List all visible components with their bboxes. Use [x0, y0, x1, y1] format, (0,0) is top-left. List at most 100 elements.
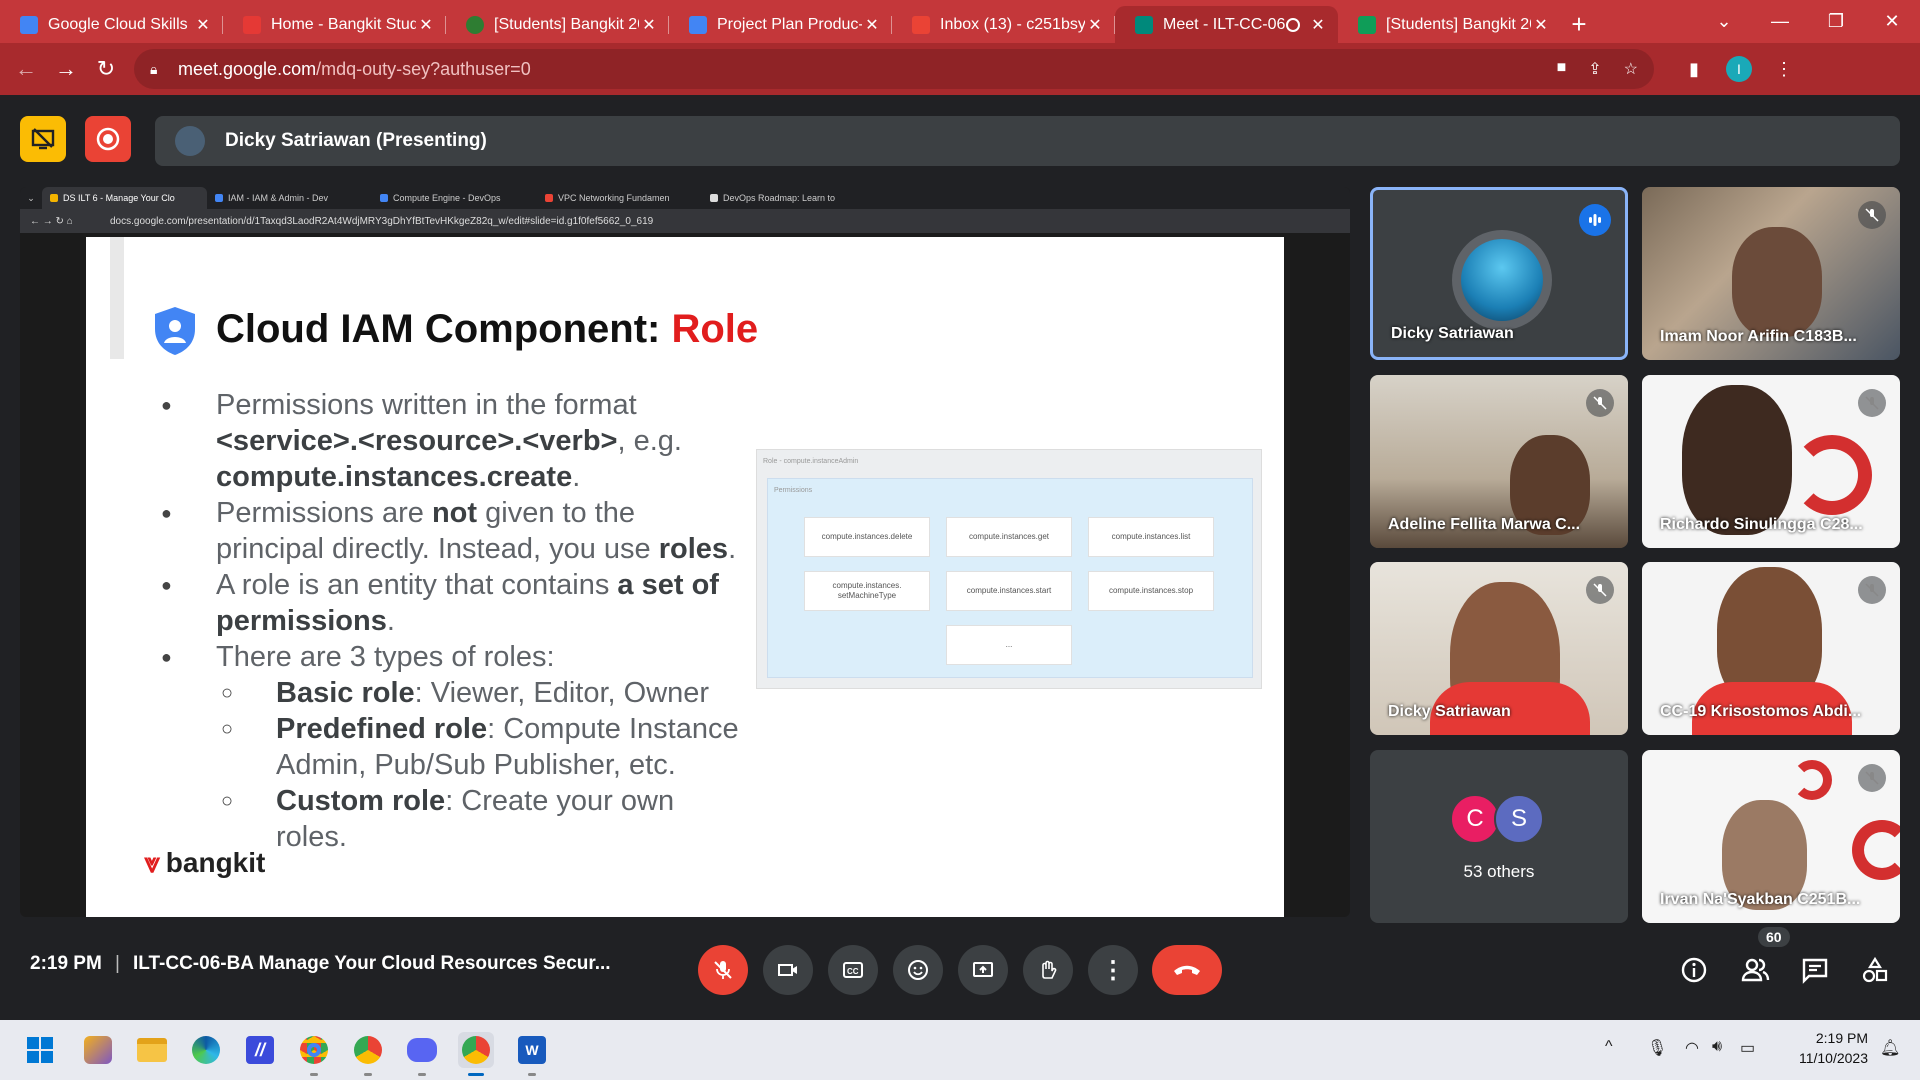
- chrome-icon[interactable]: [296, 1032, 332, 1076]
- participant-tile[interactable]: Adeline Fellita Marwa C...: [1370, 375, 1628, 548]
- participant-tile[interactable]: Irvan Na'Syakban C251B...: [1642, 750, 1900, 923]
- sub-bullet-item: Custom role: Create your own roles.: [161, 783, 751, 855]
- restore-icon[interactable]: ❐: [1808, 11, 1864, 32]
- shared-tab-title: VPC Networking Fundamen: [558, 193, 670, 203]
- text: : Viewer, Editor, Owner: [414, 677, 710, 709]
- participant-figure: [1682, 385, 1792, 535]
- lock-icon[interactable]: 🔒︎: [150, 61, 164, 78]
- people-button[interactable]: [1738, 953, 1772, 987]
- browser-tab[interactable]: Home - Bangkit Stud ✕: [223, 6, 446, 43]
- recording-button[interactable]: [85, 116, 131, 162]
- android-studio-icon[interactable]: //: [242, 1032, 278, 1068]
- leave-call-button[interactable]: [1152, 945, 1222, 995]
- browser-tab[interactable]: Inbox (13) - c251bsy ✕: [892, 6, 1115, 43]
- participant-name: Adeline Fellita Marwa C...: [1388, 516, 1581, 533]
- bold-text: not: [431, 497, 478, 529]
- close-icon[interactable]: ✕: [1308, 15, 1328, 35]
- participant-name: Richardo Sinulingga C28...: [1660, 516, 1863, 533]
- chrome-active-icon[interactable]: [458, 1032, 494, 1076]
- back-icon[interactable]: ←: [6, 56, 46, 82]
- end-call-icon: [1174, 965, 1200, 975]
- side-panel-icon[interactable]: ▮: [1674, 59, 1714, 80]
- chat-button[interactable]: [1798, 953, 1832, 987]
- browser-tab[interactable]: [Students] Bangkit 20 ✕: [1338, 6, 1561, 43]
- presenter-avatar: [175, 126, 205, 156]
- participant-tile[interactable]: Dicky Satriawan: [1370, 562, 1628, 735]
- bangkit-backdrop-icon: [1792, 435, 1872, 515]
- text: Permissions are: [216, 497, 432, 529]
- browser-tab[interactable]: Google Cloud Skills B ✕: [0, 6, 223, 43]
- bangkit-backdrop-icon: [1792, 760, 1832, 800]
- shared-tab-title: DevOps Roadmap: Learn to: [723, 193, 836, 203]
- others-tile[interactable]: C S 53 others: [1370, 750, 1628, 923]
- chrome-profile-icon[interactable]: [350, 1032, 386, 1076]
- shared-tab-title: DS ILT 6 - Manage Your Clo: [63, 193, 175, 203]
- present-now-button[interactable]: [958, 945, 1008, 995]
- browser-tab[interactable]: [Students] Bangkit 20 ✕: [446, 6, 669, 43]
- participant-tile[interactable]: CC-19 Krisostomos Abdi...: [1642, 562, 1900, 735]
- windows-start-icon: [27, 1037, 53, 1063]
- camera-icon[interactable]: ■: [1557, 59, 1567, 79]
- shared-tab: IAM - IAM & Admin - Dev: [207, 193, 372, 203]
- minimize-icon[interactable]: —: [1752, 11, 1808, 32]
- bold-text: Predefined role: [276, 713, 488, 745]
- browser-tab-active[interactable]: Meet - ILT-CC-06 ✕: [1115, 6, 1338, 43]
- sub-bullet-item: Basic role: Viewer, Editor, Owner: [161, 675, 751, 711]
- shared-nav-icons: ← → ↻ ⌂: [30, 215, 73, 227]
- discord-icon[interactable]: [404, 1032, 440, 1076]
- permission-box: compute.instances.stop: [1088, 571, 1214, 611]
- bullet-item: Permissions written in the format <servi…: [161, 387, 751, 495]
- close-icon[interactable]: ✕: [193, 15, 213, 35]
- participant-tile[interactable]: Richardo Sinulingga C28...: [1642, 375, 1900, 548]
- system-clock[interactable]: 2:19 PM 11/10/2023: [1799, 1028, 1868, 1068]
- participant-tile[interactable]: Imam Noor Arifin C183B...: [1642, 187, 1900, 360]
- bookmark-star-icon[interactable]: ☆: [1624, 59, 1638, 79]
- more-options-button[interactable]: ⋮: [1088, 945, 1138, 995]
- notification-bell-icon[interactable]: 🔔︎: [1880, 1038, 1900, 1058]
- mic-toggle-button[interactable]: [698, 945, 748, 995]
- shared-tab: DS ILT 6 - Manage Your Clo: [42, 187, 207, 209]
- text: .: [386, 605, 395, 637]
- share-icon[interactable]: ⇪: [1588, 59, 1601, 79]
- close-icon[interactable]: ✕: [1531, 15, 1551, 35]
- close-icon[interactable]: ✕: [416, 15, 436, 35]
- address-bar[interactable]: 🔒︎ meet.google.com/mdq-outy-sey?authuser…: [134, 49, 1654, 89]
- tab-search-icon[interactable]: ⌄: [1696, 11, 1752, 32]
- volume-icon[interactable]: 🔊︎: [1712, 1038, 1722, 1056]
- shield-icon: [155, 307, 195, 355]
- tab-title: [Students] Bangkit 20: [494, 15, 639, 33]
- wifi-icon[interactable]: ◠: [1685, 1038, 1699, 1058]
- activities-button[interactable]: [1858, 953, 1892, 987]
- camera-toggle-button[interactable]: [763, 945, 813, 995]
- stop-presenting-button[interactable]: [20, 116, 66, 162]
- browser-tab[interactable]: Project Plan Produc-I ✕: [669, 6, 892, 43]
- tab-title: Google Cloud Skills B: [48, 15, 193, 33]
- meet-control-bar: 2:19 PM | ILT-CC-06-BA Manage Your Cloud…: [0, 915, 1920, 1020]
- close-icon[interactable]: ✕: [1085, 15, 1105, 35]
- clock-date: 11/10/2023: [1798, 1050, 1868, 1066]
- word-icon[interactable]: W: [514, 1032, 550, 1076]
- participant-tile[interactable]: Dicky Satriawan: [1370, 187, 1628, 360]
- profile-avatar[interactable]: I: [1726, 56, 1752, 82]
- edge-icon[interactable]: [188, 1032, 224, 1068]
- raise-hand-button[interactable]: [1023, 945, 1073, 995]
- close-window-icon[interactable]: ✕: [1864, 11, 1920, 32]
- close-icon[interactable]: ✕: [639, 15, 659, 35]
- start-button[interactable]: [22, 1032, 58, 1068]
- new-tab-button[interactable]: +: [1561, 6, 1597, 43]
- tab-title: Project Plan Produc-I: [717, 15, 862, 33]
- meeting-details-button[interactable]: [1677, 953, 1711, 987]
- close-icon[interactable]: ✕: [862, 15, 882, 35]
- menu-icon[interactable]: ⋮: [1764, 59, 1804, 80]
- reload-icon[interactable]: ↻: [86, 56, 126, 82]
- mic-off-icon: [1858, 764, 1886, 792]
- bullet-item: There are 3 types of roles:: [161, 639, 751, 675]
- reactions-button[interactable]: [893, 945, 943, 995]
- captions-button[interactable]: CC: [828, 945, 878, 995]
- file-explorer-icon[interactable]: [134, 1032, 170, 1068]
- chevron-up-icon[interactable]: ^: [1605, 1038, 1613, 1056]
- forward-icon[interactable]: →: [46, 56, 86, 82]
- battery-icon[interactable]: ▭: [1740, 1038, 1755, 1058]
- microphone-icon[interactable]: 🎙︎: [1647, 1038, 1667, 1058]
- widgets-icon[interactable]: [80, 1032, 116, 1068]
